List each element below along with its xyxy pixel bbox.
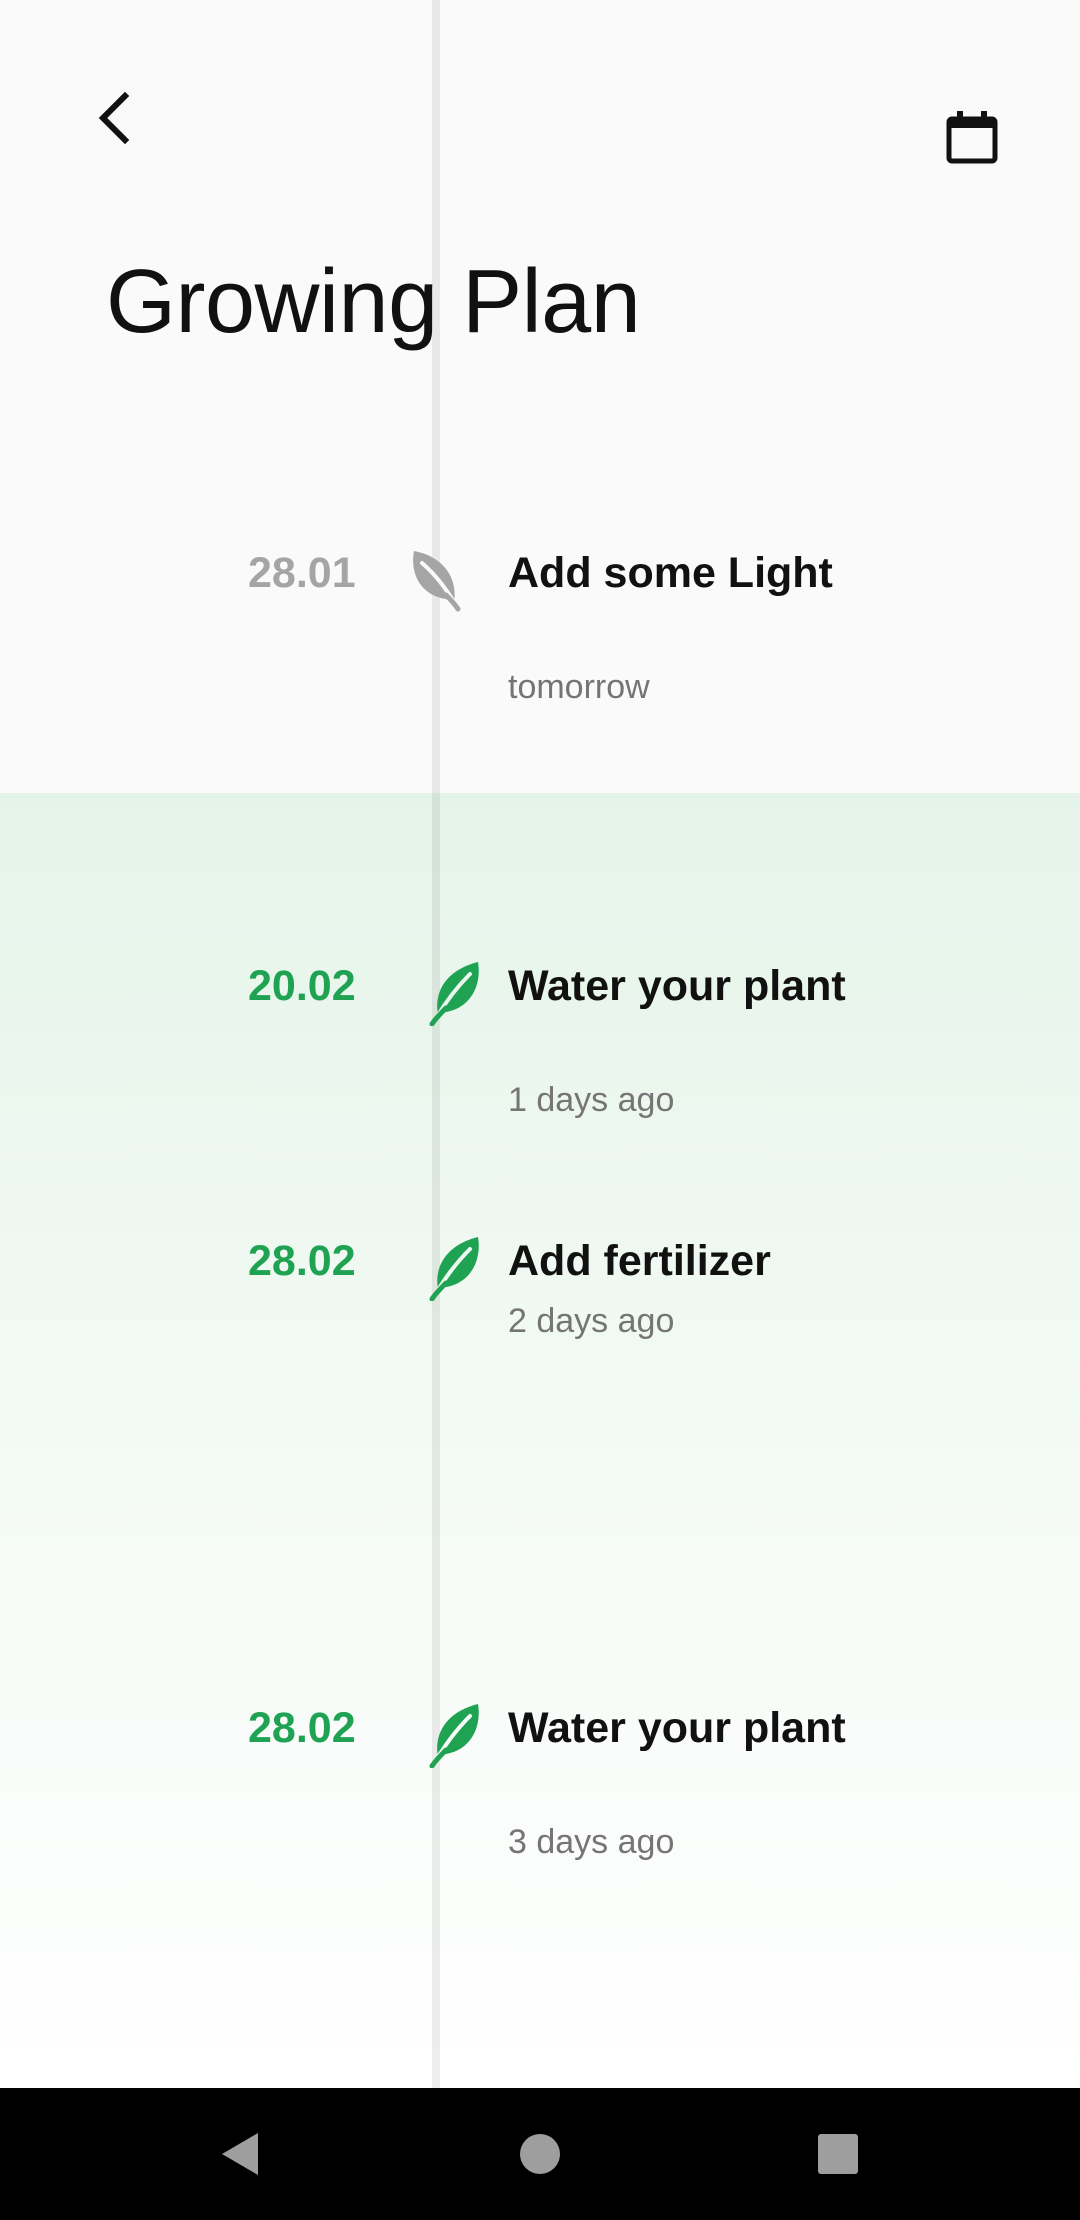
event-date: 28.01 <box>248 549 356 597</box>
back-button[interactable] <box>78 78 148 158</box>
leaf-icon <box>429 1704 479 1768</box>
event-title: Add fertilizer <box>508 1237 771 1285</box>
event-title: Add some Light <box>508 549 833 597</box>
system-navigation-bar <box>0 2088 1080 2220</box>
event-date: 20.02 <box>248 962 356 1010</box>
nav-back-icon <box>222 2133 258 2175</box>
nav-recents-button[interactable] <box>798 2118 878 2190</box>
nav-home-button[interactable] <box>500 2118 580 2190</box>
nav-recents-icon <box>818 2134 858 2174</box>
nav-back-button[interactable] <box>200 2118 280 2190</box>
page-title: Growing Plan <box>106 252 641 352</box>
event-title: Water your plant <box>508 962 846 1010</box>
event-subtitle: 2 days ago <box>508 1302 675 1340</box>
calendar-button[interactable] <box>940 102 1004 172</box>
leaf-icon <box>413 551 461 612</box>
event-subtitle: tomorrow <box>508 668 650 706</box>
event-date: 28.02 <box>248 1704 356 1752</box>
nav-home-icon <box>520 2134 560 2174</box>
leaf-icon <box>429 962 479 1026</box>
event-subtitle: 1 days ago <box>508 1081 675 1119</box>
leaf-icon <box>429 1237 479 1301</box>
calendar-icon <box>946 111 998 164</box>
event-subtitle: 3 days ago <box>508 1823 675 1861</box>
event-date: 28.02 <box>248 1237 356 1285</box>
chevron-left-icon <box>98 91 130 145</box>
growing-plan-screen: Growing Plan 28.01 Add some Light tomorr… <box>0 0 1080 2220</box>
event-title: Water your plant <box>508 1704 846 1752</box>
